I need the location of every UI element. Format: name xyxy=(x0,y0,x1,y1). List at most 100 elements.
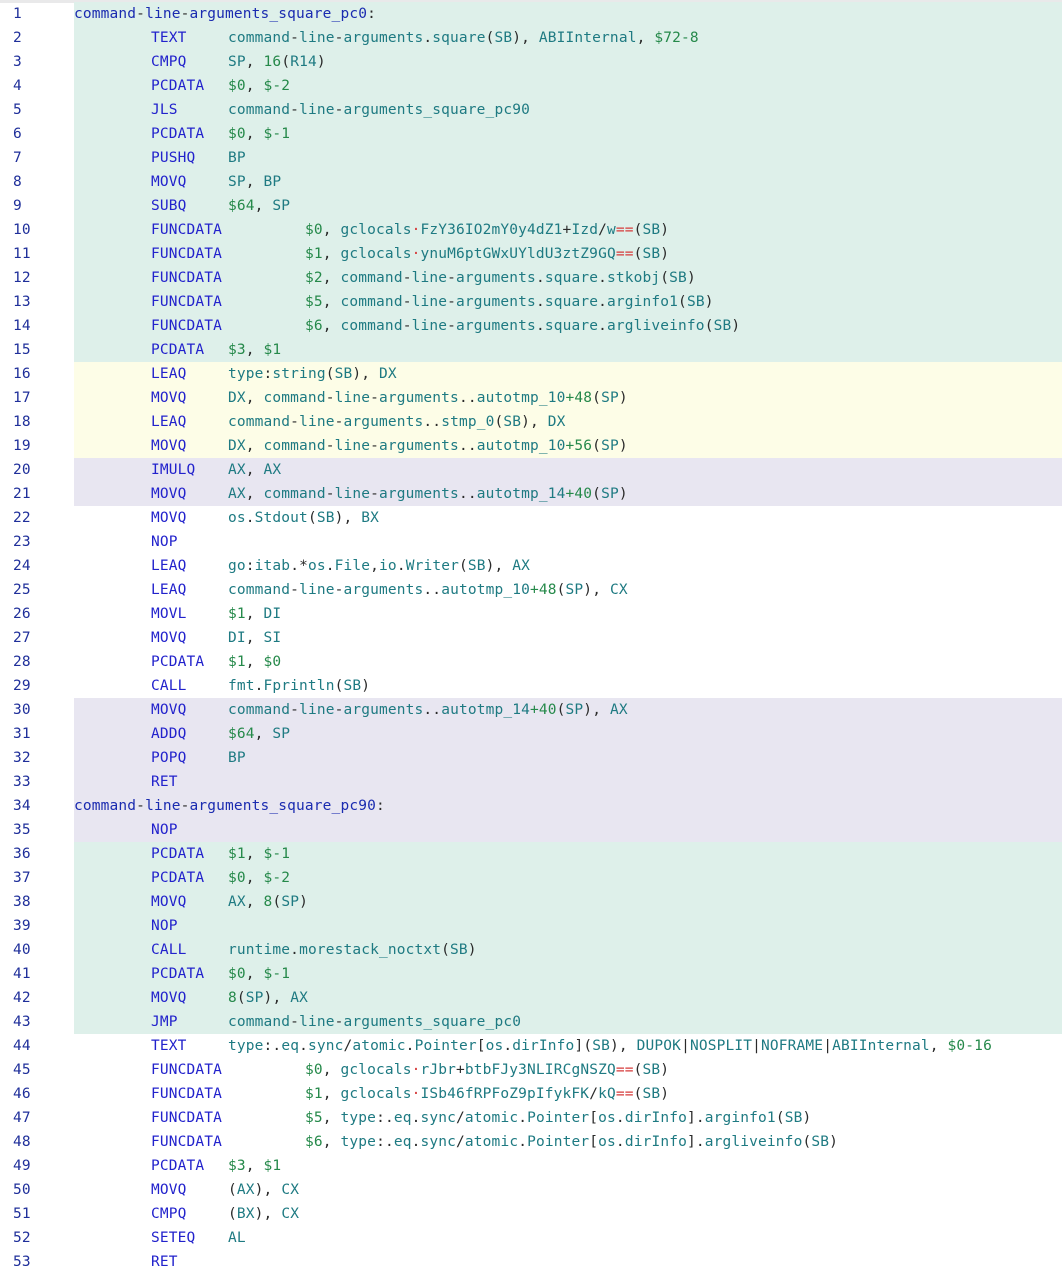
instruction-operands: os.Stdout(SB), BX xyxy=(228,510,380,526)
instruction-mnemonic: FUNCDATA xyxy=(151,318,223,334)
code-line[interactable]: 4 PCDATA $0, $-2 xyxy=(0,74,1062,98)
instruction-mnemonic: FUNCDATA xyxy=(151,246,223,262)
code-line[interactable]: 21 MOVQ AX, command-line-arguments..autotm… xyxy=(0,482,1062,506)
code-line[interactable]: 33 RET xyxy=(0,770,1062,794)
code-line[interactable]: 39 NOP xyxy=(0,914,1062,938)
code-line[interactable]: 15 PCDATA $3, $1 xyxy=(0,338,1062,362)
code-line[interactable]: 20 IMULQ AX, AX xyxy=(0,458,1062,482)
code-content: NOP xyxy=(74,530,1062,554)
code-content: RET xyxy=(74,1250,1062,1274)
code-line[interactable]: 14 FUNCDATA $6, command-line-arguments.squ… xyxy=(0,314,1062,338)
code-line[interactable]: 25 LEAQ command-line-arguments..autotmp_10… xyxy=(0,578,1062,602)
line-number: 16 xyxy=(13,366,31,382)
code-content: ADDQ $64, SP xyxy=(74,722,1062,746)
line-number: 17 xyxy=(13,390,31,406)
code-line[interactable]: 8 MOVQ SP, BP xyxy=(0,170,1062,194)
code-line[interactable]: 48 FUNCDATA $6, type:.eq.sync/atomic.Point… xyxy=(0,1130,1062,1154)
code-line[interactable]: 2 TEXT command-line-arguments.square(SB), … xyxy=(0,26,1062,50)
code-line[interactable]: 13 FUNCDATA $5, command-line-arguments.squ… xyxy=(0,290,1062,314)
code-line[interactable]: 43 JMP command-line-arguments_square_pc0 xyxy=(0,1010,1062,1034)
code-content: MOVQ DX, command-line-arguments..autotmp_… xyxy=(74,386,1062,410)
instruction-operands: $6, type:.eq.sync/atomic.Pointer[os.dirI… xyxy=(305,1134,838,1150)
code-line[interactable]: 40 CALL runtime.morestack_noctxt(SB) xyxy=(0,938,1062,962)
code-content: RET xyxy=(74,770,1062,794)
code-content: MOVQ AX, 8(SP) xyxy=(74,890,1062,914)
code-line[interactable]: 19 MOVQ DX, command-line-arguments..autotm… xyxy=(0,434,1062,458)
code-line[interactable]: 44 TEXT type:.eq.sync/atomic.Pointer[os.di… xyxy=(0,1034,1062,1058)
instruction-mnemonic: CALL xyxy=(151,942,187,958)
code-line[interactable]: 51 CMPQ (BX), CX xyxy=(0,1202,1062,1226)
code-line[interactable]: 35 NOP xyxy=(0,818,1062,842)
code-line[interactable]: 7 PUSHQ BP xyxy=(0,146,1062,170)
code-line[interactable]: 52 SETEQ AL xyxy=(0,1226,1062,1250)
code-content: TEXT command-line-arguments.square(SB), A… xyxy=(74,26,1062,50)
code-line[interactable]: 30 MOVQ command-line-arguments..autotmp_14… xyxy=(0,698,1062,722)
instruction-mnemonic: POPQ xyxy=(151,750,187,766)
code-line[interactable]: 31 ADDQ $64, SP xyxy=(0,722,1062,746)
instruction-operands: go:itab.*os.File,io.Writer(SB), AX xyxy=(228,558,531,574)
instruction-operands: DX, command-line-arguments..autotmp_10+4… xyxy=(228,390,628,406)
instruction-mnemonic: MOVQ xyxy=(151,702,187,718)
code-content: TEXT type:.eq.sync/atomic.Pointer[os.dirI… xyxy=(74,1034,1062,1058)
code-line[interactable]: 37 PCDATA $0, $-2 xyxy=(0,866,1062,890)
code-content: IMULQ AX, AX xyxy=(74,458,1062,482)
code-line[interactable]: 22 MOVQ os.Stdout(SB), BX xyxy=(0,506,1062,530)
code-content: PCDATA $1, $-1 xyxy=(74,842,1062,866)
code-line[interactable]: 27 MOVQ DI, SI xyxy=(0,626,1062,650)
code-content: FUNCDATA $5, type:.eq.sync/atomic.Pointer… xyxy=(74,1106,1062,1130)
instruction-operands: command-line-arguments.square(SB), ABIIn… xyxy=(228,30,699,46)
code-line[interactable]: 50 MOVQ (AX), CX xyxy=(0,1178,1062,1202)
code-line[interactable]: 45 FUNCDATA $0, gclocals·rJbr+btbFJy3NLIRC… xyxy=(0,1058,1062,1082)
code-line[interactable]: 23 NOP xyxy=(0,530,1062,554)
code-content: PCDATA $1, $0 xyxy=(74,650,1062,674)
instruction-mnemonic: MOVQ xyxy=(151,510,187,526)
code-line[interactable]: 32 POPQ BP xyxy=(0,746,1062,770)
code-line[interactable]: 34 command-line-arguments_square_pc90: xyxy=(0,794,1062,818)
code-line[interactable]: 9 SUBQ $64, SP xyxy=(0,194,1062,218)
code-content: CALL fmt.Fprintln(SB) xyxy=(74,674,1062,698)
line-number: 29 xyxy=(13,678,31,694)
code-line[interactable]: 10 FUNCDATA $0, gclocals·FzY36IO2mY0y4dZ1+… xyxy=(0,218,1062,242)
code-content: POPQ BP xyxy=(74,746,1062,770)
instruction-operands: BP xyxy=(228,150,246,166)
code-line[interactable]: 5 JLS command-line-arguments_square_pc90 xyxy=(0,98,1062,122)
instruction-operands: $0, gclocals·FzY36IO2mY0y4dZ1+Izd/w==(SB… xyxy=(305,222,670,238)
code-line[interactable]: 18 LEAQ command-line-arguments..stmp_0(SB)… xyxy=(0,410,1062,434)
code-line[interactable]: 36 PCDATA $1, $-1 xyxy=(0,842,1062,866)
instruction-operands: type:.eq.sync/atomic.Pointer[os.dirInfo]… xyxy=(228,1038,992,1054)
instruction-mnemonic: CALL xyxy=(151,678,187,694)
code-line[interactable]: 29 CALL fmt.Fprintln(SB) xyxy=(0,674,1062,698)
line-number: 41 xyxy=(13,966,31,982)
assembly-code-view[interactable]: 1 command-line-arguments_square_pc0: 2 TEXT… xyxy=(0,2,1062,1274)
line-number: 28 xyxy=(13,654,31,670)
code-line[interactable]: 12 FUNCDATA $2, command-line-arguments.squ… xyxy=(0,266,1062,290)
code-line[interactable]: 28 PCDATA $1, $0 xyxy=(0,650,1062,674)
code-line[interactable]: 38 MOVQ AX, 8(SP) xyxy=(0,890,1062,914)
code-line[interactable]: 6 PCDATA $0, $-1 xyxy=(0,122,1062,146)
code-line[interactable]: 42 MOVQ 8(SP), AX xyxy=(0,986,1062,1010)
line-number: 49 xyxy=(13,1158,31,1174)
code-content: PCDATA $0, $-2 xyxy=(74,74,1062,98)
code-line[interactable]: 24 LEAQ go:itab.*os.File,io.Writer(SB), AX xyxy=(0,554,1062,578)
code-line[interactable]: 3 CMPQ SP, 16(R14) xyxy=(0,50,1062,74)
code-line[interactable]: 1 command-line-arguments_square_pc0: xyxy=(0,2,1062,26)
line-number: 48 xyxy=(13,1134,31,1150)
instruction-mnemonic: LEAQ xyxy=(151,366,187,382)
code-line[interactable]: 53 RET xyxy=(0,1250,1062,1274)
instruction-mnemonic: MOVQ xyxy=(151,894,187,910)
code-line[interactable]: 46 FUNCDATA $1, gclocals·ISb46fRPFoZ9pIfyk… xyxy=(0,1082,1062,1106)
code-line[interactable]: 49 PCDATA $3, $1 xyxy=(0,1154,1062,1178)
code-line[interactable]: 26 MOVL $1, DI xyxy=(0,602,1062,626)
code-line[interactable]: 11 FUNCDATA $1, gclocals·ynuM6ptGWxUYldU3z… xyxy=(0,242,1062,266)
instruction-mnemonic: PCDATA xyxy=(151,126,205,142)
instruction-mnemonic: FUNCDATA xyxy=(151,1062,223,1078)
code-content: JLS command-line-arguments_square_pc90 xyxy=(74,98,1062,122)
code-content: CALL runtime.morestack_noctxt(SB) xyxy=(74,938,1062,962)
code-line[interactable]: 17 MOVQ DX, command-line-arguments..autotm… xyxy=(0,386,1062,410)
line-number: 15 xyxy=(13,342,31,358)
code-line[interactable]: 16 LEAQ type:string(SB), DX xyxy=(0,362,1062,386)
code-line[interactable]: 47 FUNCDATA $5, type:.eq.sync/atomic.Point… xyxy=(0,1106,1062,1130)
line-number: 1 xyxy=(13,6,22,22)
code-line[interactable]: 41 PCDATA $0, $-1 xyxy=(0,962,1062,986)
code-content: MOVQ DX, command-line-arguments..autotmp_… xyxy=(74,434,1062,458)
